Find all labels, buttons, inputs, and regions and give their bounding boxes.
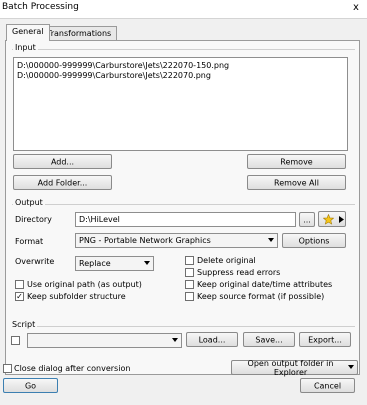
load-script-button-label: Load...	[198, 335, 226, 344]
list-item[interactable]: D:\000000-999999\Carburstore\Jets\222070…	[17, 61, 229, 70]
remove-all-button-label: Remove All	[274, 178, 319, 187]
tab-general-label: General	[12, 27, 44, 36]
format-label: Format	[15, 237, 44, 246]
chevron-down-icon	[348, 365, 354, 369]
delete-original-checkbox[interactable]	[185, 256, 194, 265]
keep-subfolder-checkbox[interactable]: ✓	[15, 292, 24, 301]
go-button[interactable]: Go	[3, 378, 58, 393]
keep-date-time-label: Keep original date/time attributes	[197, 280, 333, 289]
options-button-label: Options	[298, 236, 330, 245]
cancel-button-label: Cancel	[313, 381, 342, 390]
list-item[interactable]: D:\000000-999999\Carburstore\Jets\222070…	[17, 71, 211, 80]
script-group-line	[10, 326, 355, 327]
keep-source-format-label: Keep source format (if possible)	[197, 292, 325, 301]
use-original-path-label: Use original path (as output)	[27, 280, 142, 289]
chevron-down-icon	[172, 338, 178, 342]
load-script-button[interactable]: Load...	[186, 332, 238, 347]
delete-original-label: Delete original	[197, 256, 256, 265]
export-script-button[interactable]: Export...	[299, 332, 351, 347]
browse-button[interactable]: ...	[299, 212, 315, 227]
chevron-right-icon	[339, 216, 344, 223]
script-select[interactable]	[27, 333, 182, 348]
go-button-label: Go	[24, 381, 37, 390]
use-original-path-checkbox[interactable]	[15, 280, 24, 289]
add-button[interactable]: Add...	[13, 154, 112, 169]
open-output-folder-button[interactable]: Open output folder in Explorer	[231, 358, 358, 377]
add-folder-button-label: Add Folder...	[37, 178, 88, 187]
remove-button[interactable]: Remove	[247, 154, 346, 169]
window-title: Batch Processing	[2, 2, 79, 12]
browse-button-label: ...	[303, 215, 311, 224]
keep-source-format-checkbox[interactable]	[185, 292, 194, 301]
cancel-button[interactable]: Cancel	[300, 378, 355, 393]
script-group-label: Script	[10, 320, 38, 329]
favorites-button[interactable]	[318, 211, 346, 227]
chevron-down-icon	[144, 261, 150, 265]
format-select-value: PNG - Portable Network Graphics	[79, 236, 211, 245]
format-select[interactable]: PNG - Portable Network Graphics	[75, 233, 278, 248]
chevron-down-icon	[268, 238, 274, 242]
tab-transformations-label: Transformations	[47, 29, 112, 38]
star-folder-icon	[323, 214, 334, 225]
input-file-list[interactable]: D:\000000-999999\Carburstore\Jets\222070…	[13, 57, 348, 151]
remove-button-label: Remove	[280, 157, 313, 166]
add-folder-button[interactable]: Add Folder...	[13, 175, 112, 190]
script-enable-checkbox[interactable]	[11, 336, 20, 345]
keep-subfolder-label: Keep subfolder structure	[27, 292, 126, 301]
directory-input[interactable]: D:\HiLevel	[75, 212, 296, 227]
close-dialog-checkbox[interactable]	[3, 364, 12, 373]
close-dialog-label: Close dialog after conversion	[14, 364, 131, 373]
tab-transformations[interactable]: Transformations	[41, 26, 118, 41]
remove-all-button[interactable]: Remove All	[247, 175, 346, 190]
options-button[interactable]: Options	[282, 233, 346, 248]
directory-label: Directory	[15, 215, 52, 224]
close-button[interactable]: x	[347, 0, 365, 16]
overwrite-select[interactable]: Replace	[75, 256, 154, 271]
save-script-button-label: Save...	[255, 335, 283, 344]
open-output-folder-label: Open output folder in Explorer	[247, 358, 334, 377]
overwrite-select-value: Replace	[79, 259, 111, 268]
suppress-read-errors-checkbox[interactable]	[185, 268, 194, 277]
title-bar: Batch Processing x	[0, 0, 367, 19]
input-group-label: Input	[13, 43, 38, 52]
tab-general[interactable]: General	[6, 24, 50, 41]
suppress-read-errors-label: Suppress read errors	[197, 268, 281, 277]
overwrite-label: Overwrite	[15, 257, 55, 266]
input-group-line	[12, 49, 355, 50]
output-group-label: Output	[13, 198, 45, 207]
add-button-label: Add...	[50, 157, 75, 166]
export-script-button-label: Export...	[308, 335, 342, 344]
save-script-button[interactable]: Save...	[243, 332, 295, 347]
keep-date-time-checkbox[interactable]	[185, 280, 194, 289]
output-group-line	[12, 204, 355, 205]
